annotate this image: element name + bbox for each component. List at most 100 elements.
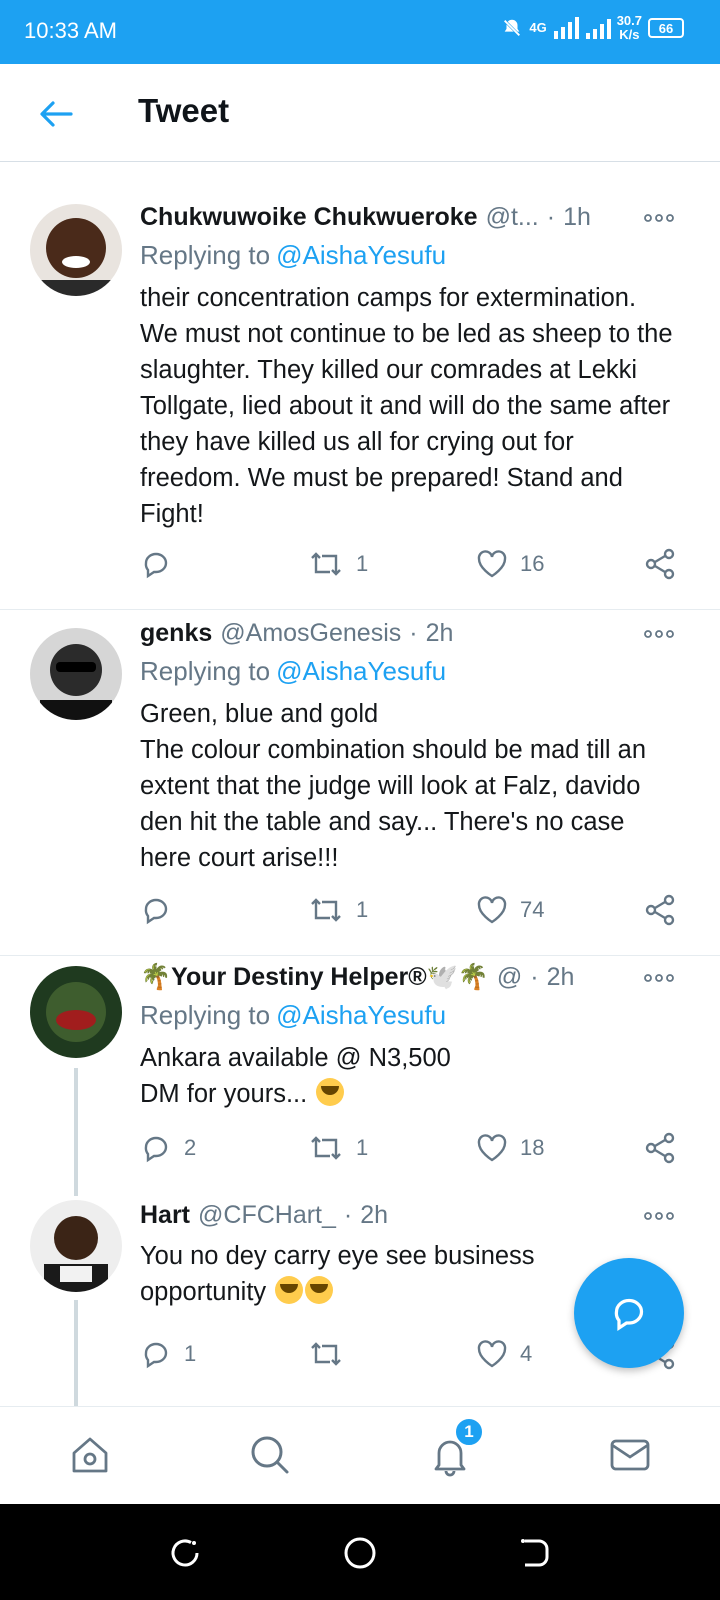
recents-button[interactable] [160,1528,210,1578]
battery-icon: 66 [648,18,684,38]
status-time: 10:33 AM [24,18,117,43]
like-count: 16 [520,551,545,576]
tweet[interactable]: genks @AmosGenesis · 2h Replying to @Aish… [0,610,720,956]
retweet-button[interactable]: 1 [308,546,368,582]
like-button[interactable]: 74 [476,892,544,928]
more-options-button[interactable] [642,208,676,228]
laughing-emoji-icon [316,1078,345,1106]
separator-dot: · [409,618,418,647]
tweet[interactable]: Chukwuwoike Chukwueroke @t... · 1h Reply… [0,184,720,610]
back-system-icon [521,1539,549,1567]
more-icon [644,1212,674,1220]
signal-icon [553,17,579,39]
tweet-text-content: You no dey carry eye see business opport… [140,1242,535,1306]
reply-button[interactable]: 2 [140,1130,196,1166]
retweet-icon [311,898,341,922]
back-system-button[interactable] [510,1528,560,1578]
tweet-text: You no dey carry eye see business opport… [140,1238,560,1310]
heart-icon [477,550,507,578]
reply-icon [144,1136,168,1163]
like-button[interactable]: 4 [476,1336,532,1372]
laughing-emoji-icon [275,1276,304,1304]
nav-search[interactable] [240,1425,300,1485]
replying-to: Replying to @AishaYesufu [140,656,446,687]
tweet-time: 2h [425,618,454,647]
reply-button[interactable] [140,546,184,582]
more-icon [644,974,674,982]
retweet-button[interactable] [308,1336,356,1372]
share-button[interactable] [644,892,676,928]
more-options-button[interactable] [642,968,676,988]
mail-icon [610,1439,650,1471]
like-button[interactable]: 16 [476,546,544,582]
back-button[interactable] [30,88,82,140]
compose-reply-icon [614,1298,644,1332]
tweet-text-rest: The colour combination should be mad til… [140,736,647,872]
reply-button[interactable]: 1 [140,1336,196,1372]
display-name[interactable]: Hart [140,1201,190,1230]
user-handle: @AmosGenesis [220,618,402,647]
separator-dot: · [530,962,539,991]
laughing-emoji-icon [305,1276,334,1304]
mention-link[interactable]: @AishaYesufu [276,240,446,270]
heart-icon [477,896,507,924]
mention-link[interactable]: @AishaYesufu [276,1000,446,1030]
retweet-icon [311,552,341,576]
reply-button[interactable] [140,892,184,928]
more-icon [644,630,674,638]
tweet-text-rest: DM for yours... [140,1080,308,1108]
tweet-header: genks @AmosGenesis · 2h [140,616,674,650]
thread-line [74,1068,78,1196]
home-system-button[interactable] [335,1528,385,1578]
tweet-text: Ankara available @ N3,500 DM for yours..… [140,1040,680,1112]
network-type: 4G [529,20,547,35]
like-button[interactable]: 18 [476,1130,544,1166]
signal-icon-2 [585,19,611,39]
more-options-button[interactable] [642,624,676,644]
tweet[interactable]: 🌴Your Destiny Helper®🕊️🌴 @ · 2h Replying… [0,956,720,1196]
retweet-button[interactable]: 1 [308,892,368,928]
like-count: 4 [520,1341,533,1366]
display-name[interactable]: Chukwuwoike Chukwueroke [140,203,478,232]
tweet-header: 🌴Your Destiny Helper®🕊️🌴 @ · 2h [140,960,674,994]
share-button[interactable] [644,546,676,582]
notification-badge: 1 [454,1417,484,1447]
retweet-count: 1 [356,551,369,576]
share-icon [645,548,675,580]
mute-icon [503,18,522,38]
reply-icon [144,552,168,579]
display-name[interactable]: 🌴Your Destiny Helper®🕊️🌴 [140,963,489,992]
thread-line [74,1300,78,1406]
more-options-button[interactable] [642,1206,676,1226]
bottom-navigation: 1 [0,1406,720,1504]
network-speed: 30.7 K/s [617,14,642,42]
heart-icon [477,1340,507,1368]
retweet-count: 1 [356,897,369,922]
retweet-button[interactable]: 1 [308,1130,368,1166]
retweet-count: 1 [356,1135,369,1160]
avatar[interactable] [30,966,122,1058]
share-icon [645,1132,675,1164]
tweet-text: Green, blue and gold The colour combinat… [140,696,680,876]
recents-icon [171,1539,199,1567]
user-handle: @CFCHart_ [198,1200,336,1229]
display-name[interactable]: genks [140,619,212,648]
mention-link[interactable]: @AishaYesufu [276,656,446,686]
replying-to: Replying to @AishaYesufu [140,240,446,271]
avatar[interactable] [30,1200,122,1292]
tweet-actions: 1 74 [140,892,676,928]
heart-icon [477,1134,507,1162]
status-bar: 10:33 AM 4G 30.7 K/s 66 [0,0,720,64]
tweet-header: Chukwuwoike Chukwueroke @t... · 1h [140,200,674,234]
compose-reply-button[interactable] [574,1258,684,1368]
share-button[interactable] [644,1130,676,1166]
tweet-time: 2h [360,1200,389,1229]
tweet-text: their concentration camps for exterminat… [140,284,673,528]
avatar[interactable] [30,628,122,720]
replying-to: Replying to @AishaYesufu [140,1000,446,1031]
avatar[interactable] [30,204,122,296]
replying-label: Replying to [140,240,271,270]
nav-messages[interactable] [600,1425,660,1485]
page-title: Tweet [138,92,230,129]
nav-home[interactable] [60,1425,120,1485]
